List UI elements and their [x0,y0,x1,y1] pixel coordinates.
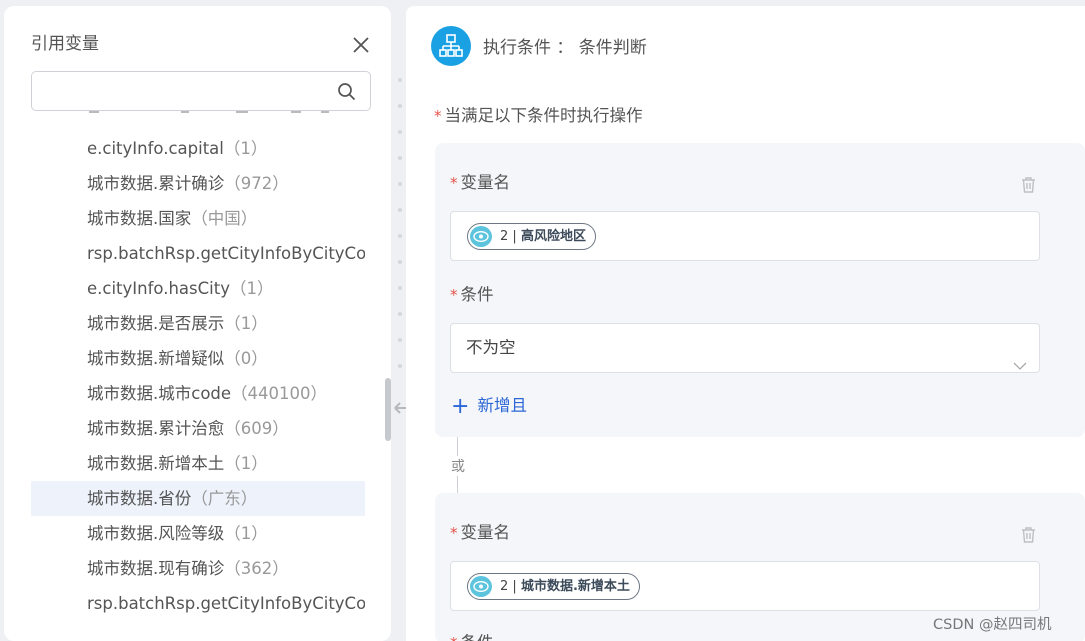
list-item[interactable]: 城市数据.是否展示（1） [31,306,365,341]
condition-label: *条件 [450,629,494,641]
org-chart-icon [431,26,471,66]
list-item[interactable]: 城市数据.累计确诊（972） [31,166,365,201]
list-item-label: 城市数据.国家 [87,209,192,228]
variable-tag[interactable]: 2 | 城市数据.新增本土 [467,573,640,600]
list-item-value: （1） [224,314,268,333]
list-item-value: （1） [224,524,268,543]
list-item-hovered[interactable]: 城市数据.省份（广东） [31,481,365,516]
list-item-label: 城市数据.累计确诊 [87,174,225,193]
list-item[interactable]: rsp.batchRsp.getCityInfoByCityCod [31,586,365,621]
list-item[interactable]: 城市数据.城市code（440100） [31,376,365,411]
list-item-label: 城市数据.省份 [87,489,192,508]
variable-name-label: * 变量名 [450,173,510,192]
condition-editor-panel: 执行条件 ： 条件判断 * 当满足以下条件时执行操作 * 变量名 2 | 高风险地区… [406,6,1085,641]
watermark: CSDN @赵四司机 [933,617,1052,633]
or-label: 或 [451,459,465,475]
search-input[interactable] [32,72,322,110]
list-item-label: 城市数据.城市code [87,384,232,403]
variable-tag-input[interactable]: 2 | 城市数据.新增本土 [450,561,1040,611]
list-item-value: （972） [224,174,289,193]
scrollbar-thumb[interactable] [385,378,391,441]
list-item-value: （609） [224,419,289,438]
condition-header-text: 当满足以下条件时执行操作 [444,106,643,125]
condition-group-card: * 变量名 2 | 高风险地区 * 条件 不为空 + 新增且 [435,143,1085,437]
tag-name: 城市数据.新增本土 [520,579,630,594]
list-item-value: （中国） [191,209,258,228]
list-item-value: （1） [223,139,268,158]
variable-reference-panel: 引用变量 e.cityInfo.capital（1） 城市数据.累计确诊（972… [4,6,391,641]
chevron-down-icon [1013,342,1027,390]
list-item-label: rsp.batchRsp.getCityInfoByCityCod [87,594,365,613]
list-item-label: 城市数据.风险等级 [87,524,225,543]
condition-label: *条件 [450,285,494,304]
condition-selected-value: 不为空 [466,338,516,357]
variable-list: e.cityInfo.capital（1） 城市数据.累计确诊（972） 城市数… [31,111,365,641]
list-item[interactable]: rsp.batchRsp.getCityInfoByCityCod [31,236,365,271]
list-item[interactable]: 城市数据.风险等级（1） [31,516,365,551]
required-mark: * [434,107,442,125]
list-item-label: 城市数据.新增本土 [87,454,225,473]
list-item[interactable]: e.cityInfo.hasCity（1） [31,271,365,306]
add-and-label: 新增且 [477,396,527,415]
variable-tag[interactable]: 2 | 高风险地区 [467,223,596,250]
list-item[interactable]: 城市数据.累计治愈（609） [31,411,365,446]
list-item[interactable]: e.cityInfo.capital（1） [31,131,365,166]
trash-icon[interactable] [1020,176,1037,194]
list-item-label: e.cityInfo.hasCity [87,279,230,298]
or-connector-line [457,437,458,456]
tag-name: 高风险地区 [520,229,586,244]
execution-condition-title: 执行条件 ： 条件判断 [483,38,647,58]
tag-index: 2 | [500,229,517,244]
tag-index: 2 | [500,579,517,594]
list-item[interactable]: 城市数据.新增疑似（0） [31,341,365,376]
list-item-value: （0） [224,349,268,368]
list-item-partial [31,111,365,117]
condition-header: * 当满足以下条件时执行操作 [434,102,643,126]
eye-icon [470,576,492,597]
list-item-label: e.cityInfo.capital [87,139,224,158]
panel-title: 引用变量 [31,34,99,54]
list-item-value: （440100） [231,384,328,403]
plus-icon: + [451,394,470,419]
trash-icon[interactable] [1020,526,1037,544]
variable-name-label: * 变量名 [450,523,510,542]
variable-tag-input[interactable]: 2 | 高风险地区 [450,211,1040,261]
list-item-value: （1） [224,454,268,473]
search-icon[interactable] [337,82,357,102]
list-item[interactable]: 城市数据.国家（中国） [31,201,365,236]
add-and-button[interactable]: + 新增且 [451,392,527,419]
condition-select[interactable]: 不为空 [450,323,1040,373]
list-item-value: （362） [224,559,289,578]
list-item-value: （1） [229,279,274,298]
eye-icon [470,226,492,247]
list-item-label: rsp.batchRsp.getCityInfoByCityCod [87,244,365,263]
list-item-label: 城市数据.新增疑似 [87,349,225,368]
list-item-label: 城市数据.现有确诊 [87,559,225,578]
list-item-label: 城市数据.是否展示 [87,314,225,333]
list-item[interactable]: 城市数据.新增本土（1） [31,446,365,481]
list-item-label: 城市数据.累计治愈 [87,419,225,438]
list-item-value: （广东） [191,489,258,508]
or-connector-line [457,476,458,493]
search-field[interactable] [31,71,371,111]
close-icon[interactable] [350,34,372,56]
list-item[interactable]: 城市数据.现有确诊（362） [31,551,365,586]
